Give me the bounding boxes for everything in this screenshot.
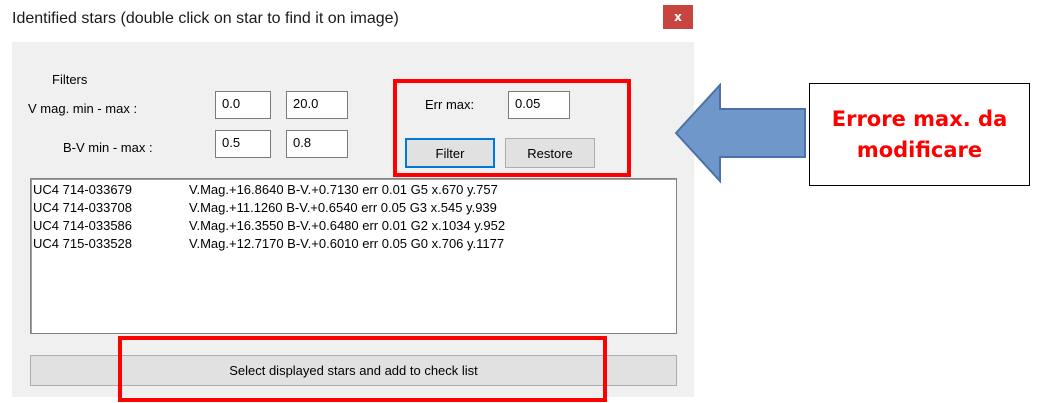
annotation-callout: Errore max. da modificare [809, 83, 1030, 186]
bv-max-input[interactable]: 0.8 [286, 130, 348, 158]
left-arrow-icon [674, 83, 806, 184]
star-id: UC4 714-033708 [33, 200, 133, 215]
list-item[interactable]: UC4 714-033586 V.Mag.+16.3550 B-V.+0.6480… [33, 217, 676, 235]
star-details: V.Mag.+11.1260 B-V.+0.6540 err 0.05 G3 x… [189, 200, 497, 215]
select-button-highlight-box [118, 336, 607, 402]
filters-group-label: Filters [52, 72, 88, 87]
stars-listbox[interactable]: UC4 714-033679 V.Mag.+16.8640 B-V.+0.7130… [30, 178, 677, 334]
vmag-label: V mag. min - max : [28, 101, 138, 116]
star-details: V.Mag.+12.7170 B-V.+0.6010 err 0.05 G0 x… [189, 236, 505, 251]
vmag-min-input[interactable]: 0.0 [215, 91, 271, 119]
star-id: UC4 714-033586 [33, 218, 133, 233]
annotation-line-2: modificare [856, 137, 983, 162]
bv-min-input[interactable]: 0.5 [215, 130, 271, 158]
annotation-line-1: Errore max. da [831, 106, 1008, 131]
star-id: UC4 715-033528 [33, 236, 133, 251]
err-max-highlight-box [393, 79, 631, 177]
vmag-max-input[interactable]: 20.0 [286, 91, 348, 119]
star-id: UC4 714-033679 [33, 182, 133, 197]
star-details: V.Mag.+16.3550 B-V.+0.6480 err 0.01 G2 x… [189, 218, 506, 233]
close-button[interactable]: x [663, 5, 693, 29]
list-item[interactable]: UC4 715-033528 V.Mag.+12.7170 B-V.+0.6010… [33, 235, 676, 253]
list-item[interactable]: UC4 714-033708 V.Mag.+11.1260 B-V.+0.6540… [33, 199, 676, 217]
window-title: Identified stars (double click on star t… [12, 10, 399, 27]
bv-label: B-V min - max : [63, 140, 153, 155]
list-item[interactable]: UC4 714-033679 V.Mag.+16.8640 B-V.+0.7130… [33, 181, 676, 199]
star-details: V.Mag.+16.8640 B-V.+0.7130 err 0.01 G5 x… [189, 182, 498, 197]
